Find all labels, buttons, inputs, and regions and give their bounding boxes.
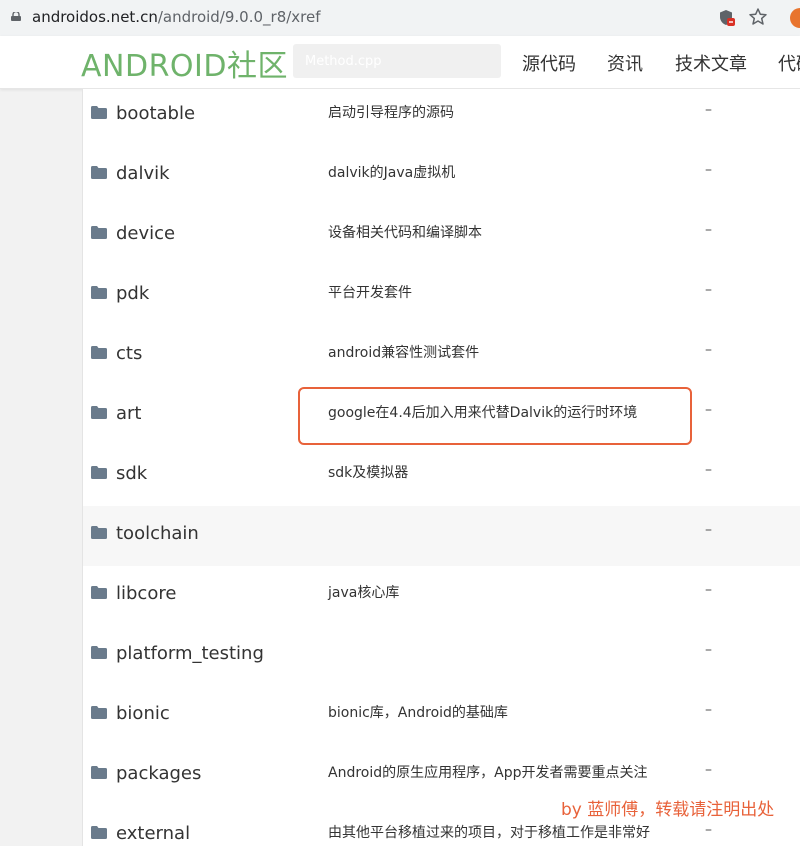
folder-description: 平台开发套件	[328, 285, 412, 301]
folder-description: google在4.4后加入用来代替Dalvik的运行时环境	[328, 405, 638, 421]
url-host: androidos.net.cn	[32, 8, 158, 26]
folder-meta: –	[705, 762, 712, 778]
folder-name[interactable]: cts	[116, 343, 142, 364]
folder-meta: –	[705, 222, 712, 238]
folder-name[interactable]: toolchain	[116, 523, 199, 544]
folder-meta: –	[705, 522, 712, 538]
folder-description: sdk及模拟器	[328, 465, 409, 481]
folder-meta: –	[705, 342, 712, 358]
folder-description: 设备相关代码和编译脚本	[328, 225, 482, 241]
table-row[interactable]: device 设备相关代码和编译脚本 –	[83, 206, 800, 267]
folder-description: dalvik的Java虚拟机	[328, 165, 456, 181]
folder-icon	[91, 826, 107, 839]
folder-name[interactable]: sdk	[116, 463, 147, 484]
folder-icon	[91, 766, 107, 779]
folder-icon	[91, 286, 107, 299]
table-row[interactable]: dalvik dalvik的Java虚拟机 –	[83, 146, 800, 207]
folder-name[interactable]: bootable	[116, 103, 195, 124]
site-navbar: ANDROID社区 源代码 资讯 技术文章 代码	[0, 36, 800, 89]
bookmark-star-icon[interactable]	[748, 7, 768, 27]
table-row[interactable]: toolchain –	[83, 506, 800, 567]
folder-icon	[91, 106, 107, 119]
folder-icon	[91, 466, 107, 479]
folder-description: android兼容性测试套件	[328, 345, 480, 361]
folder-icon	[91, 166, 107, 179]
folder-meta: –	[705, 282, 712, 298]
url-path: /android/9.0.0_r8/xref	[157, 8, 321, 26]
folder-meta: –	[705, 402, 712, 418]
watermark-text: by 蓝师傅，转载请注明出处	[561, 800, 775, 820]
browser-address-bar[interactable]: androidos.net.cn/android/9.0.0_r8/xref	[0, 0, 800, 37]
shield-extension-icon[interactable]	[718, 9, 736, 27]
table-row[interactable]: sdk sdk及模拟器 –	[83, 446, 800, 507]
directory-listing: bootable 启动引导程序的源码 – dalvik dalvik的Java虚…	[82, 89, 800, 846]
folder-icon	[91, 346, 107, 359]
table-row[interactable]: cts android兼容性测试套件 –	[83, 326, 800, 387]
folder-icon	[91, 406, 107, 419]
extension-avatar-icon[interactable]	[790, 8, 800, 28]
table-row[interactable]: platform_testing –	[83, 626, 800, 687]
table-row[interactable]: libcore java核心库 –	[83, 566, 800, 627]
folder-name[interactable]: device	[116, 223, 175, 244]
folder-icon	[91, 646, 107, 659]
folder-meta: –	[705, 822, 712, 838]
table-row[interactable]: art google在4.4后加入用来代替Dalvik的运行时环境 –	[83, 386, 800, 447]
folder-name[interactable]: art	[116, 403, 142, 424]
folder-meta: –	[705, 642, 712, 658]
nav-source-code[interactable]: 源代码	[522, 50, 576, 76]
folder-description: bionic库，Android的基础库	[328, 705, 508, 721]
table-row[interactable]: bionic bionic库，Android的基础库 –	[83, 686, 800, 747]
folder-name[interactable]: bionic	[116, 703, 170, 724]
site-logo[interactable]: ANDROID社区	[81, 41, 288, 85]
url-text[interactable]: androidos.net.cn/android/9.0.0_r8/xref	[32, 8, 321, 26]
nav-news[interactable]: 资讯	[607, 50, 643, 76]
nav-tech-articles[interactable]: 技术文章	[675, 50, 747, 76]
folder-description: Android的原生应用程序，App开发者需要重点关注	[328, 765, 648, 781]
folder-icon	[91, 586, 107, 599]
folder-name[interactable]: packages	[116, 763, 201, 784]
folder-name[interactable]: libcore	[116, 583, 176, 604]
folder-description: java核心库	[328, 585, 400, 601]
folder-name[interactable]: platform_testing	[116, 643, 264, 664]
folder-description: 由其他平台移植过来的项目，对于移植工作是非常好	[328, 825, 650, 841]
folder-meta: –	[705, 582, 712, 598]
folder-name[interactable]: dalvik	[116, 163, 170, 184]
folder-meta: –	[705, 162, 712, 178]
folder-meta: –	[705, 702, 712, 718]
folder-description: 启动引导程序的源码	[328, 105, 454, 121]
folder-icon	[91, 226, 107, 239]
folder-meta: –	[705, 102, 712, 118]
folder-icon	[91, 706, 107, 719]
table-row[interactable]: pdk 平台开发套件 –	[83, 266, 800, 327]
folder-icon	[91, 526, 107, 539]
lock-icon	[11, 12, 21, 21]
search-input[interactable]	[293, 44, 501, 78]
folder-meta: –	[705, 462, 712, 478]
folder-name[interactable]: pdk	[116, 283, 149, 304]
table-row[interactable]: bootable 启动引导程序的源码 –	[83, 89, 800, 147]
nav-code[interactable]: 代码	[778, 50, 800, 76]
folder-name[interactable]: external	[116, 823, 190, 844]
